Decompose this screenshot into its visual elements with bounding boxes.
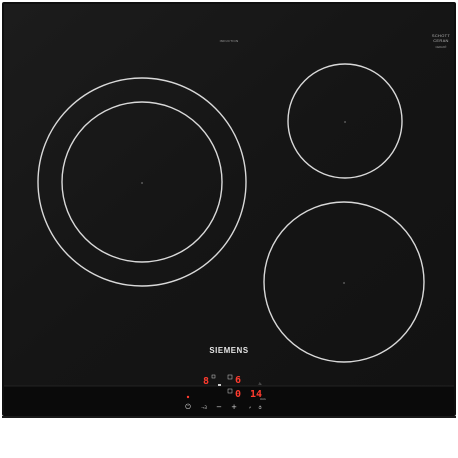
power-icon: ⏻ bbox=[185, 403, 191, 411]
cooktop-svg: INDUCTION SCHOTT CERAN CERAN® ⊃ ⊃ ⊃ SIEM… bbox=[2, 2, 456, 418]
corner-brand-line2: CERAN bbox=[433, 38, 449, 43]
brand-logo: SIEMENS bbox=[209, 346, 248, 355]
display-timer-b: 0 bbox=[235, 389, 241, 400]
display-min-unit: min bbox=[260, 397, 266, 401]
minus-button[interactable]: − bbox=[216, 403, 222, 411]
boost-icon: ⚡ bbox=[249, 405, 252, 410]
key-icon: ⊸3 bbox=[201, 405, 207, 410]
minus-icon: − bbox=[216, 403, 222, 411]
power-indicator-dot bbox=[186, 395, 190, 399]
childlock-button[interactable]: ⊸3 bbox=[201, 405, 207, 410]
zone-indicator-icon bbox=[218, 384, 221, 386]
bell-icon: ♨ bbox=[258, 381, 262, 386]
display-zone-power: 8 bbox=[203, 376, 209, 387]
timer-icon: ⏱ bbox=[258, 405, 261, 410]
display-timer-a: 6 bbox=[235, 375, 241, 386]
control-strip bbox=[4, 386, 454, 416]
plus-icon: + bbox=[231, 403, 237, 411]
power-button[interactable]: ⏻ bbox=[185, 403, 191, 411]
timer-button[interactable]: ⏱ bbox=[258, 405, 261, 410]
cooktop-photo: INDUCTION SCHOTT CERAN CERAN® ⊃ ⊃ ⊃ SIEM… bbox=[0, 0, 458, 458]
boost-button[interactable]: ⚡ bbox=[249, 405, 252, 410]
plus-button[interactable]: + bbox=[231, 403, 237, 411]
hob-glass bbox=[4, 4, 454, 386]
corner-brand-line3: CERAN® bbox=[436, 45, 447, 49]
top-label: INDUCTION bbox=[220, 39, 239, 43]
hob-bottom-edge bbox=[2, 416, 456, 418]
